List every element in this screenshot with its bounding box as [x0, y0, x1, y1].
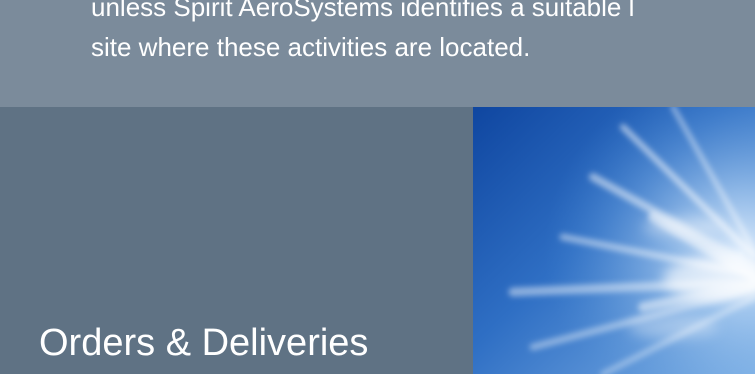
section-title: Orders & Deliveries	[39, 322, 369, 364]
sky-image-graphic	[473, 107, 755, 374]
intro-text-band: unless Spirit AeroSystems identifies a s…	[0, 0, 755, 107]
intro-line-1: unless Spirit AeroSystems identifies a s…	[91, 0, 635, 22]
intro-paragraph: unless Spirit AeroSystems identifies a s…	[91, 0, 755, 67]
page: unless Spirit AeroSystems identifies a s…	[0, 0, 755, 374]
intro-line-2: site where these activities are located.	[91, 32, 531, 62]
sky-image	[473, 107, 755, 374]
